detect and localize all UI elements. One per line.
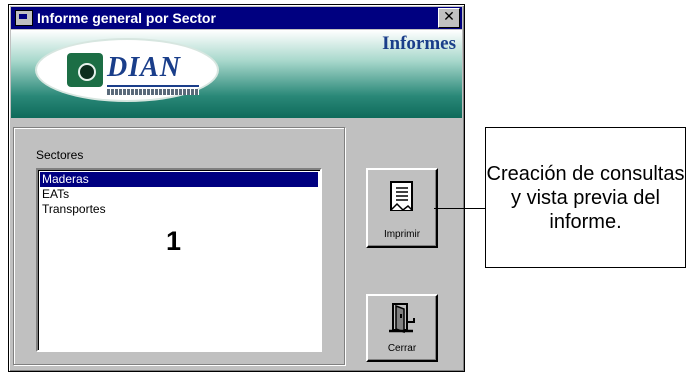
dian-logo-text: DIAN (107, 52, 182, 83)
callout-text: Creación de consultas y vista previa del… (486, 162, 685, 233)
print-button-label: Imprimir (383, 229, 421, 240)
print-button[interactable]: Imprimir (366, 168, 438, 248)
sectors-label: Sectores (36, 148, 84, 162)
app-window-icon[interactable] (15, 10, 33, 26)
callout-connector (434, 208, 485, 209)
document-icon (390, 181, 413, 212)
logo-underline (107, 85, 199, 87)
close-button[interactable]: Cerrar (366, 294, 438, 362)
annotation-number: 1 (166, 226, 182, 256)
dian-logo: DIAN (37, 40, 217, 100)
window-title: Informe general por Sector (37, 10, 216, 26)
dian-logo-mark-icon (67, 53, 103, 87)
list-item[interactable]: Transportes (40, 202, 318, 217)
close-window-button[interactable]: ✕ (438, 8, 460, 28)
header-banner: DIAN Informes (11, 30, 462, 118)
callout-box: Creación de consultas y vista previa del… (485, 127, 686, 268)
sectors-listbox[interactable]: Maderas EATs Transportes (36, 168, 322, 352)
title-bar[interactable]: Informe general por Sector ✕ (11, 7, 462, 29)
logo-subtext-graphic (107, 89, 199, 95)
close-button-label: Cerrar (387, 343, 417, 354)
banner-heading: Informes (382, 33, 456, 54)
list-item[interactable]: Maderas (40, 172, 318, 187)
door-exit-icon (389, 303, 415, 334)
list-item[interactable]: EATs (40, 187, 318, 202)
